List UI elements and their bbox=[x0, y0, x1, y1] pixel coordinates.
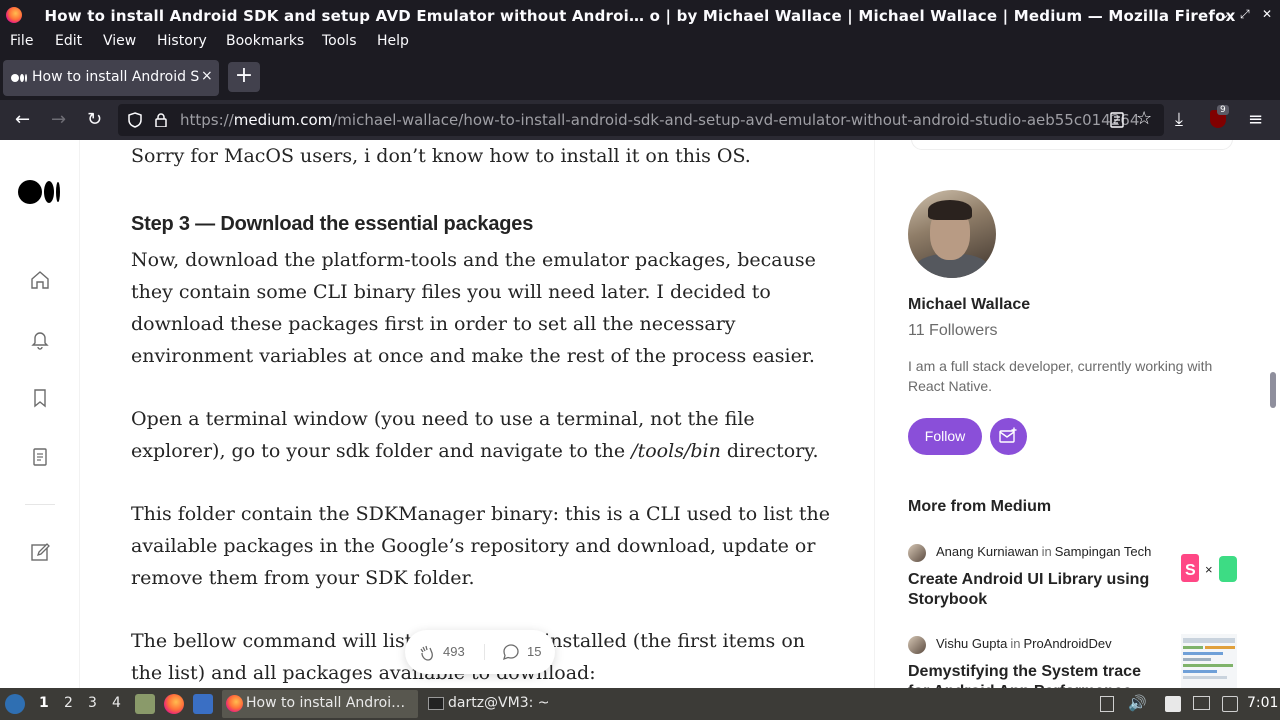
window-title: How to install Android SDK and setup AVD… bbox=[44, 7, 1236, 25]
story-author[interactable]: Anang Kurniawan bbox=[936, 544, 1039, 559]
section-heading: Step 3 — Download the essential packages bbox=[131, 213, 534, 235]
menu-tools[interactable]: Tools bbox=[322, 33, 357, 49]
workspace-2[interactable]: 2 bbox=[64, 695, 73, 711]
responses-icon[interactable] bbox=[502, 643, 520, 661]
menu-bar: File Edit View History Bookmarks Tools H… bbox=[0, 30, 1280, 54]
firefox-task-icon bbox=[226, 695, 243, 712]
tab-strip: How to install Android SDK × bbox=[0, 54, 1280, 100]
tray-display-icon[interactable] bbox=[1193, 696, 1210, 710]
page-scrollbar-thumb[interactable] bbox=[1270, 372, 1276, 408]
task-label: How to install Androi… bbox=[246, 695, 406, 711]
taskbar-task-terminal[interactable]: dartz@VM3: ~ bbox=[424, 690, 584, 718]
write-icon[interactable] bbox=[29, 541, 51, 563]
file-manager-launcher-icon[interactable] bbox=[135, 694, 155, 714]
tray-notes-icon[interactable] bbox=[1165, 696, 1181, 712]
tracking-protection-icon[interactable] bbox=[128, 112, 142, 128]
medium-logo-icon[interactable] bbox=[18, 180, 60, 204]
svg-text:S: S bbox=[1185, 562, 1196, 579]
close-window-icon[interactable]: ✕ bbox=[1262, 7, 1272, 21]
sidebar-top-box bbox=[911, 140, 1233, 150]
story-thumbnail[interactable] bbox=[1181, 634, 1237, 688]
ublock-badge: 9 bbox=[1217, 105, 1229, 115]
author-sidebar: Michael Wallace 11 Followers I am a full… bbox=[874, 140, 1264, 688]
reader-view-icon[interactable] bbox=[1110, 112, 1124, 128]
web-page: Sorry for MacOS users, i don’t know how … bbox=[0, 140, 1280, 688]
article-paragraph: Open a terminal window (you need to use … bbox=[131, 408, 819, 462]
story-title[interactable]: Create Android UI Library using Storyboo… bbox=[908, 570, 1158, 610]
article-paragraph: Now, download the platform-tools and the… bbox=[131, 249, 816, 367]
notifications-bell-icon[interactable] bbox=[29, 328, 51, 350]
tray-clipboard-icon[interactable] bbox=[1100, 696, 1114, 712]
article-paragraph: This folder contain the SDKManager binar… bbox=[131, 503, 830, 589]
article-paragraph: Sorry for MacOS users, i don’t know how … bbox=[131, 145, 751, 167]
downloads-icon[interactable]: ⤓ bbox=[1175, 109, 1183, 130]
story-author[interactable]: Vishu Gupta bbox=[936, 636, 1007, 651]
bookmark-star-icon[interactable]: ☆ bbox=[1136, 108, 1152, 129]
menu-edit[interactable]: Edit bbox=[55, 33, 82, 49]
more-from-medium-title: More from Medium bbox=[908, 498, 1052, 515]
new-tab-button[interactable]: + bbox=[228, 62, 260, 92]
navigation-toolbar: ← → ↻ https://medium.com/michael-wallace… bbox=[0, 100, 1280, 140]
desktop-launcher-icon[interactable] bbox=[193, 694, 213, 714]
start-menu-icon[interactable] bbox=[5, 694, 25, 714]
menu-help[interactable]: Help bbox=[377, 33, 409, 49]
home-icon[interactable] bbox=[29, 269, 51, 291]
path-emphasis: /tools/bin bbox=[631, 440, 721, 462]
story-publication[interactable]: ProAndroidDev bbox=[1023, 636, 1111, 651]
url-bar[interactable]: https://medium.com/michael-wallace/how-t… bbox=[118, 104, 1164, 136]
medium-left-rail bbox=[0, 140, 80, 688]
story-author-avatar bbox=[908, 636, 926, 654]
taskbar-task-firefox[interactable]: How to install Androi… bbox=[222, 690, 418, 718]
lists-bookmark-icon[interactable] bbox=[29, 387, 51, 409]
author-bio: I am a full stack developer, currently w… bbox=[908, 358, 1213, 394]
terminal-task-icon bbox=[428, 697, 444, 710]
story-title[interactable]: Demystifying the System trace for Androi… bbox=[908, 662, 1158, 688]
firefox-launcher-icon[interactable] bbox=[164, 694, 184, 714]
url-text[interactable]: https://medium.com/michael-wallace/how-t… bbox=[180, 111, 1139, 129]
mail-plus-icon bbox=[999, 427, 1017, 443]
window-titlebar: How to install Android SDK and setup AVD… bbox=[0, 0, 1280, 30]
svg-text:×: × bbox=[1205, 562, 1213, 577]
rail-divider bbox=[25, 504, 55, 505]
author-avatar[interactable] bbox=[908, 190, 996, 278]
reload-icon[interactable]: ↻ bbox=[87, 109, 102, 130]
workspace-3[interactable]: 3 bbox=[88, 695, 97, 711]
lock-icon[interactable] bbox=[155, 113, 167, 127]
app-menu-icon[interactable]: ≡ bbox=[1248, 109, 1263, 130]
workspace-1[interactable]: 1 bbox=[39, 695, 49, 711]
story-publication[interactable]: Sampingan Tech bbox=[1055, 544, 1152, 559]
tab-active[interactable]: How to install Android SDK × bbox=[3, 60, 219, 96]
tab-close-icon[interactable]: × bbox=[201, 68, 213, 84]
tray-network-icon[interactable] bbox=[1222, 696, 1238, 712]
responses-count: 15 bbox=[527, 644, 542, 659]
workspace-4[interactable]: 4 bbox=[112, 695, 121, 711]
clap-icon[interactable] bbox=[417, 642, 437, 662]
subscribe-email-button[interactable] bbox=[990, 418, 1027, 455]
follow-button[interactable]: Follow bbox=[908, 418, 982, 455]
tab-title: How to install Android SDK bbox=[32, 69, 200, 85]
volume-icon[interactable]: 🔊 bbox=[1128, 694, 1147, 712]
minimize-icon[interactable]: ⌄ bbox=[1220, 7, 1230, 21]
task-label: dartz@VM3: ~ bbox=[448, 695, 550, 711]
menu-view[interactable]: View bbox=[103, 33, 136, 49]
author-name[interactable]: Michael Wallace bbox=[908, 296, 1030, 314]
maximize-icon[interactable]: ⤢ bbox=[1240, 7, 1250, 22]
desktop-taskbar: 1 2 3 4 How to install Androi… dartz@VM3… bbox=[0, 688, 1280, 720]
menu-bookmarks[interactable]: Bookmarks bbox=[226, 33, 304, 49]
back-icon[interactable]: ← bbox=[15, 109, 30, 130]
story-meta: Vishu Gupta in ProAndroidDev bbox=[936, 636, 1112, 651]
engagement-bar: 493 15 bbox=[405, 630, 555, 674]
clap-count: 493 bbox=[443, 644, 465, 659]
stories-icon[interactable] bbox=[29, 446, 51, 468]
story-thumbnail[interactable]: S × bbox=[1181, 542, 1237, 598]
menu-file[interactable]: File bbox=[10, 33, 33, 49]
engagement-divider bbox=[484, 644, 485, 660]
clock: 7:01 bbox=[1247, 695, 1279, 711]
menu-history[interactable]: History bbox=[157, 33, 207, 49]
story-meta: Anang Kurniawan in Sampingan Tech bbox=[936, 544, 1152, 559]
follower-count[interactable]: 11 Followers bbox=[908, 322, 998, 340]
story-author-avatar bbox=[908, 544, 926, 562]
medium-favicon-icon bbox=[11, 72, 27, 84]
forward-icon[interactable]: → bbox=[51, 109, 66, 130]
